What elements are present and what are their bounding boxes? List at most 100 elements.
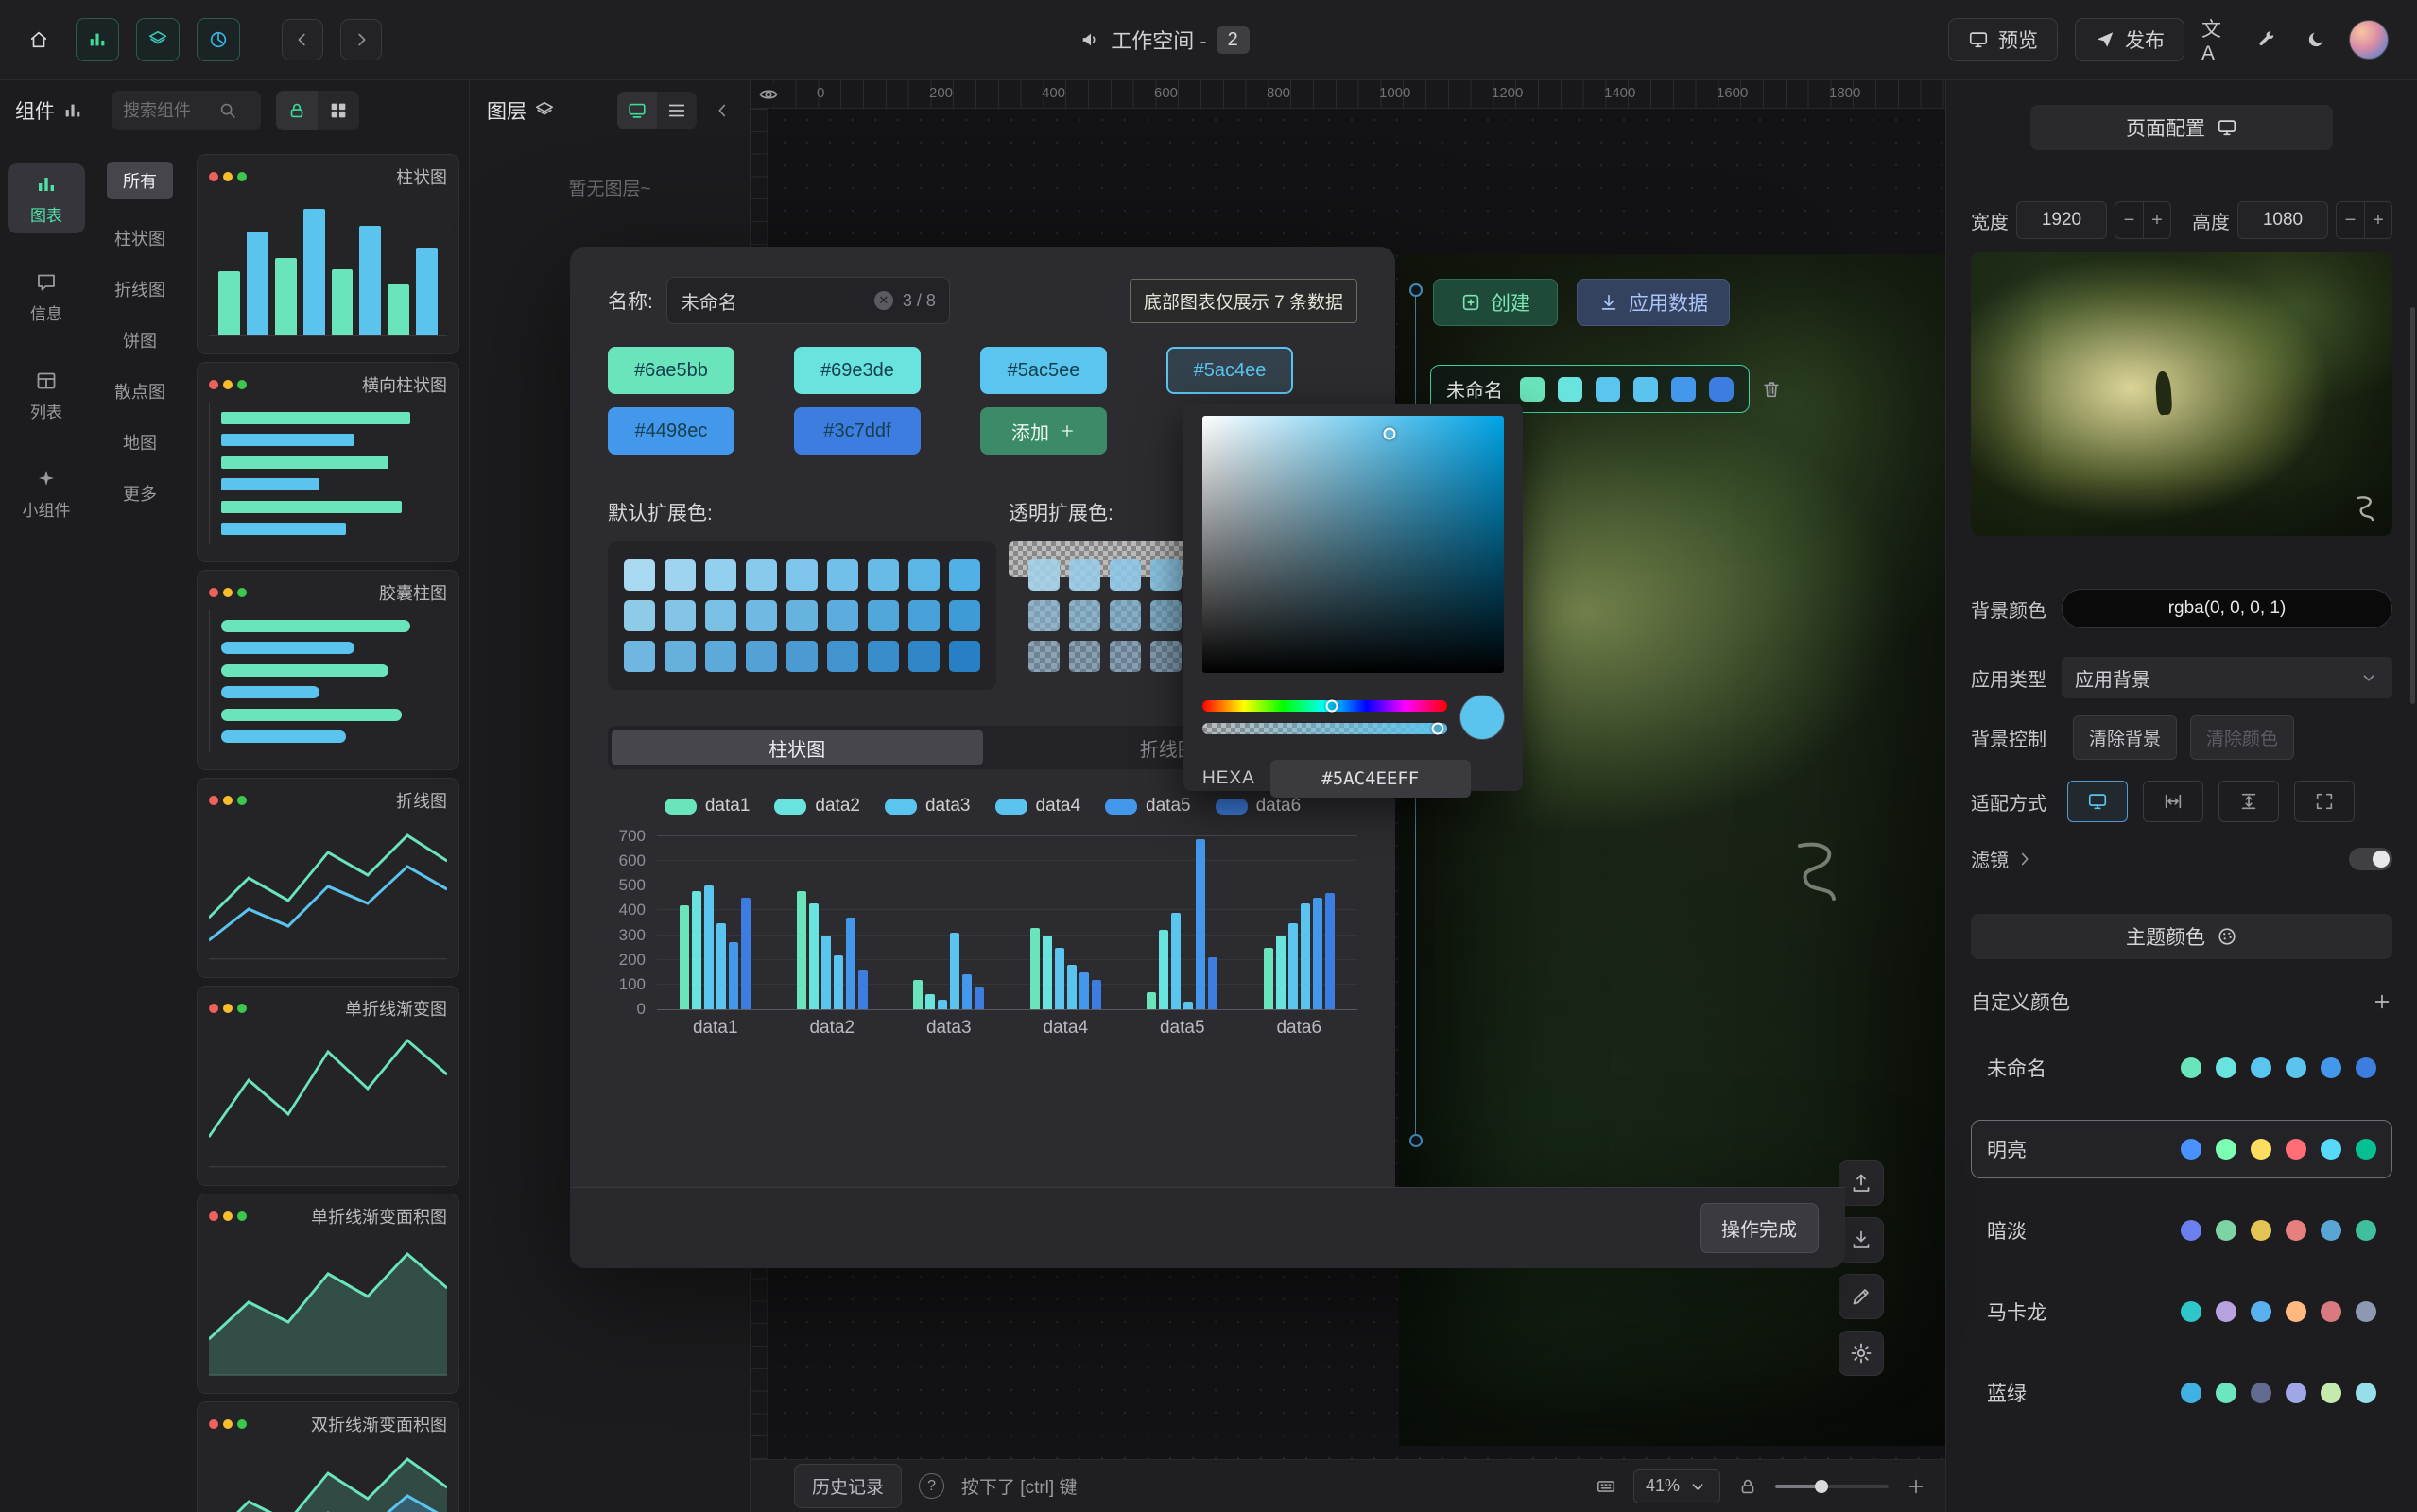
- alpha-swatch-0-0[interactable]: [1028, 559, 1060, 591]
- color-chip-0[interactable]: #6ae5bb: [608, 347, 734, 394]
- palette-swatch-2-5[interactable]: [827, 641, 858, 672]
- home-button[interactable]: [28, 29, 49, 50]
- category-item-0[interactable]: 所有: [107, 162, 173, 199]
- category-item-5[interactable]: 地图: [123, 430, 157, 455]
- visibility-icon[interactable]: [756, 83, 781, 106]
- height-input[interactable]: [2237, 201, 2328, 239]
- color-chip-2[interactable]: #5ac5ee: [980, 347, 1107, 394]
- hue-handle[interactable]: [1326, 700, 1338, 713]
- alpha-swatch-1-2[interactable]: [1110, 600, 1141, 631]
- alpha-swatch-0-3[interactable]: [1150, 559, 1182, 591]
- sidebar-item-1[interactable]: 信息: [8, 262, 85, 332]
- palette-swatch-2-3[interactable]: [746, 641, 777, 672]
- palette-swatch-1-5[interactable]: [827, 600, 858, 631]
- component-card-area[interactable]: 单折线渐变面积图: [197, 1194, 459, 1394]
- palette-swatch-0-5[interactable]: [827, 559, 858, 591]
- component-card-hbar[interactable]: 横向柱状图: [197, 362, 459, 562]
- done-button[interactable]: 操作完成: [1700, 1203, 1819, 1253]
- width-increment-button[interactable]: +: [2143, 202, 2170, 238]
- legend-item-data1[interactable]: data1: [665, 796, 751, 816]
- help-icon[interactable]: ?: [919, 1473, 944, 1499]
- palette-swatch-0-2[interactable]: [705, 559, 736, 591]
- layer-list-view-button[interactable]: [657, 92, 697, 129]
- history-button[interactable]: 历史记录: [794, 1464, 902, 1508]
- palette-swatch-1-0[interactable]: [624, 600, 655, 631]
- component-card-line2[interactable]: 单折线渐变图: [197, 986, 459, 1186]
- zoom-select[interactable]: 41%: [1633, 1469, 1720, 1503]
- apply-data-button[interactable]: 应用数据: [1577, 279, 1730, 326]
- saturation-area[interactable]: [1202, 416, 1504, 673]
- theme-option-蓝绿[interactable]: 蓝绿: [1971, 1364, 2392, 1422]
- category-item-3[interactable]: 饼图: [123, 328, 157, 352]
- palette-swatch-2-1[interactable]: [665, 641, 696, 672]
- zoom-slider-knob[interactable]: [1815, 1480, 1828, 1493]
- fit-height-button[interactable]: [2218, 781, 2279, 822]
- theme-option-明亮[interactable]: 明亮: [1971, 1120, 2392, 1178]
- grid-view-button[interactable]: [318, 91, 359, 130]
- publish-button[interactable]: 发布: [2075, 18, 2184, 61]
- avatar[interactable]: [2349, 20, 2389, 60]
- download-button[interactable]: [1839, 1217, 1884, 1263]
- lock-zoom-icon[interactable]: [1737, 1476, 1758, 1497]
- hue-slider[interactable]: [1202, 700, 1447, 712]
- height-increment-button[interactable]: +: [2364, 202, 2391, 238]
- clear-color-button[interactable]: 清除颜色: [2190, 715, 2294, 760]
- component-card-bar[interactable]: 柱状图: [197, 154, 459, 354]
- search-box[interactable]: [112, 91, 261, 130]
- alpha-swatch-1-1[interactable]: [1069, 600, 1100, 631]
- panel-scrollbar[interactable]: [2410, 307, 2415, 704]
- clear-input-icon[interactable]: ✕: [874, 291, 893, 310]
- theme-option-暗淡[interactable]: 暗淡: [1971, 1201, 2392, 1260]
- palette-swatch-0-8[interactable]: [949, 559, 980, 591]
- clear-background-button[interactable]: 清除背景: [2073, 715, 2177, 760]
- alpha-swatch-2-0[interactable]: [1028, 641, 1060, 672]
- language-button[interactable]: 文A: [2201, 14, 2234, 65]
- sidebar-item-3[interactable]: 小组件: [8, 458, 85, 528]
- sidebar-item-2[interactable]: 列表: [8, 360, 85, 430]
- palette-swatch-0-3[interactable]: [746, 559, 777, 591]
- palette-swatch-1-1[interactable]: [665, 600, 696, 631]
- filter-toggle[interactable]: [2349, 848, 2392, 870]
- palette-swatch-1-7[interactable]: [908, 600, 940, 631]
- export-button[interactable]: [1839, 1160, 1884, 1206]
- sidebar-item-0[interactable]: 图表: [8, 163, 85, 233]
- tools-button[interactable]: [2251, 29, 2283, 50]
- zoom-in-button[interactable]: [1906, 1476, 1926, 1497]
- palette-swatch-2-4[interactable]: [786, 641, 818, 672]
- palette-swatch-0-6[interactable]: [868, 559, 899, 591]
- category-item-2[interactable]: 折线图: [114, 277, 165, 301]
- collapse-panel-button[interactable]: [712, 100, 733, 121]
- palette-swatch-2-2[interactable]: [705, 641, 736, 672]
- palette-swatch-1-4[interactable]: [786, 600, 818, 631]
- category-item-4[interactable]: 散点图: [114, 379, 165, 404]
- theme-name-input[interactable]: [681, 290, 803, 312]
- fit-stretch-button[interactable]: [2294, 781, 2355, 822]
- redo-button[interactable]: [340, 19, 382, 60]
- fit-screen-button[interactable]: [2067, 781, 2128, 822]
- create-theme-button[interactable]: 创建: [1433, 279, 1558, 326]
- component-card-area2[interactable]: 双折线渐变面积图: [197, 1401, 459, 1512]
- alpha-swatch-2-2[interactable]: [1110, 641, 1141, 672]
- alpha-swatch-1-0[interactable]: [1028, 600, 1060, 631]
- palette-swatch-0-4[interactable]: [786, 559, 818, 591]
- component-card-line[interactable]: 折线图: [197, 778, 459, 978]
- delete-theme-button[interactable]: [1761, 379, 1782, 400]
- palette-swatch-2-6[interactable]: [868, 641, 899, 672]
- alpha-slider[interactable]: [1202, 723, 1447, 734]
- color-chip-5[interactable]: #3c7ddf: [794, 407, 921, 455]
- width-input[interactable]: [2016, 201, 2107, 239]
- legend-item-data4[interactable]: data4: [995, 796, 1081, 816]
- lock-toggle-button[interactable]: [276, 91, 318, 130]
- layer-thumbnail-view-button[interactable]: [617, 92, 657, 129]
- palette-swatch-0-1[interactable]: [665, 559, 696, 591]
- palette-swatch-1-2[interactable]: [705, 600, 736, 631]
- alpha-swatch-0-2[interactable]: [1110, 559, 1141, 591]
- hex-input[interactable]: [1270, 760, 1471, 798]
- component-card-capsule[interactable]: 胶囊柱图: [197, 570, 459, 770]
- color-chip-4[interactable]: #4498ec: [608, 407, 734, 455]
- theme-color-button[interactable]: 主题颜色: [1971, 914, 2392, 959]
- edit-button[interactable]: [1839, 1274, 1884, 1319]
- palette-swatch-2-7[interactable]: [908, 641, 940, 672]
- theme-option-马卡龙[interactable]: 马卡龙: [1971, 1282, 2392, 1341]
- palette-swatch-0-7[interactable]: [908, 559, 940, 591]
